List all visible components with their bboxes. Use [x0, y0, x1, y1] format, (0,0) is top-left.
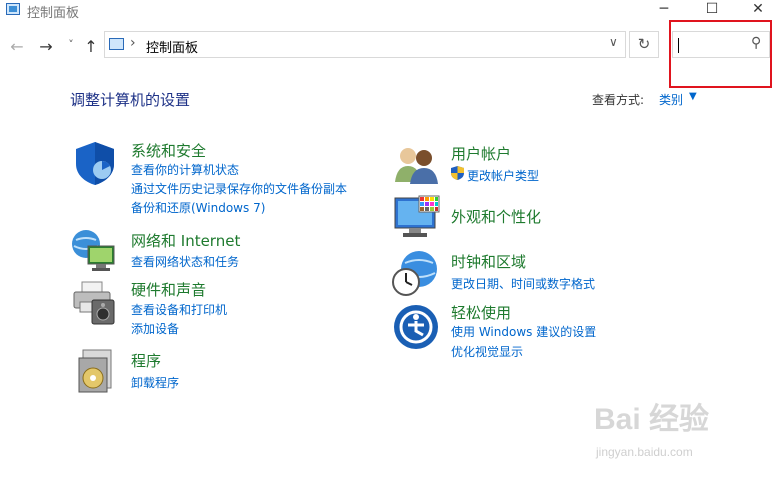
monitor-palette-icon[interactable]: [393, 194, 441, 240]
network-globe-icon[interactable]: [70, 226, 118, 274]
highlight-box: [669, 20, 772, 88]
maximize-button[interactable]: ☐: [689, 0, 735, 20]
page-title: 调整计算机的设置: [70, 91, 191, 109]
printer-speaker-icon[interactable]: [72, 280, 118, 326]
programs-icon[interactable]: [75, 348, 115, 394]
link-backup-restore[interactable]: 备份和还原(Windows 7): [131, 199, 265, 216]
link-change-date-time-format[interactable]: 更改日期、时间或数字格式: [451, 275, 595, 292]
refresh-button[interactable]: ↻: [629, 31, 659, 58]
minimize-button[interactable]: ─: [641, 0, 687, 20]
link-add-device[interactable]: 添加设备: [131, 320, 179, 337]
address-bar[interactable]: › 控制面板 ∨: [104, 31, 626, 58]
link-file-history-backup[interactable]: 通过文件历史记录保存你的文件备份副本: [131, 180, 347, 197]
category-user-accounts[interactable]: 用户帐户: [451, 143, 511, 164]
category-clock-region[interactable]: 时钟和区域: [451, 251, 526, 272]
category-hardware-sound[interactable]: 硬件和声音: [131, 279, 206, 300]
control-panel-icon: [109, 38, 124, 50]
link-uninstall-program[interactable]: 卸载程序: [131, 374, 179, 391]
category-appearance-personalization[interactable]: 外观和个性化: [451, 206, 541, 227]
view-by-dropdown[interactable]: 类别: [659, 91, 683, 108]
title-bar: 控制面板 ─ ☐ ✕: [0, 0, 776, 21]
baidu-watermark-url: jingyan.baidu.com: [596, 445, 693, 459]
close-button[interactable]: ✕: [735, 0, 776, 20]
forward-button[interactable]: →: [37, 37, 55, 56]
category-programs[interactable]: 程序: [131, 350, 161, 371]
category-network-internet[interactable]: 网络和 Internet: [131, 230, 240, 251]
baidu-watermark: Bai 经验: [594, 403, 710, 436]
breadcrumb-control-panel[interactable]: 控制面板: [146, 37, 198, 56]
up-button[interactable]: ↑: [82, 37, 100, 56]
control-panel-icon: [6, 3, 20, 15]
view-by-label: 查看方式:: [592, 93, 645, 107]
link-devices-printers[interactable]: 查看设备和打印机: [131, 301, 227, 318]
link-optimize-visual-display[interactable]: 优化视觉显示: [451, 343, 523, 360]
chevron-down-icon[interactable]: ∨: [609, 35, 618, 49]
chevron-down-icon[interactable]: ▼: [689, 91, 697, 102]
uac-shield-icon: [451, 166, 464, 180]
link-network-status[interactable]: 查看网络状态和任务: [131, 253, 239, 270]
recent-locations-button[interactable]: ˅: [62, 38, 80, 51]
ease-of-access-icon[interactable]: [393, 304, 439, 350]
window-title: 控制面板: [27, 6, 80, 21]
category-ease-of-access[interactable]: 轻松使用: [451, 302, 511, 323]
category-system-security[interactable]: 系统和安全: [131, 140, 206, 161]
link-change-account-type[interactable]: 更改帐户类型: [467, 167, 539, 184]
back-button[interactable]: ←: [8, 37, 26, 56]
link-windows-recommended-settings[interactable]: 使用 Windows 建议的设置: [451, 323, 596, 340]
breadcrumb-separator[interactable]: ›: [130, 35, 136, 51]
shield-icon[interactable]: [72, 140, 118, 186]
clock-globe-icon[interactable]: [391, 249, 439, 297]
users-icon[interactable]: [393, 144, 439, 186]
link-view-computer-status[interactable]: 查看你的计算机状态: [131, 161, 239, 178]
